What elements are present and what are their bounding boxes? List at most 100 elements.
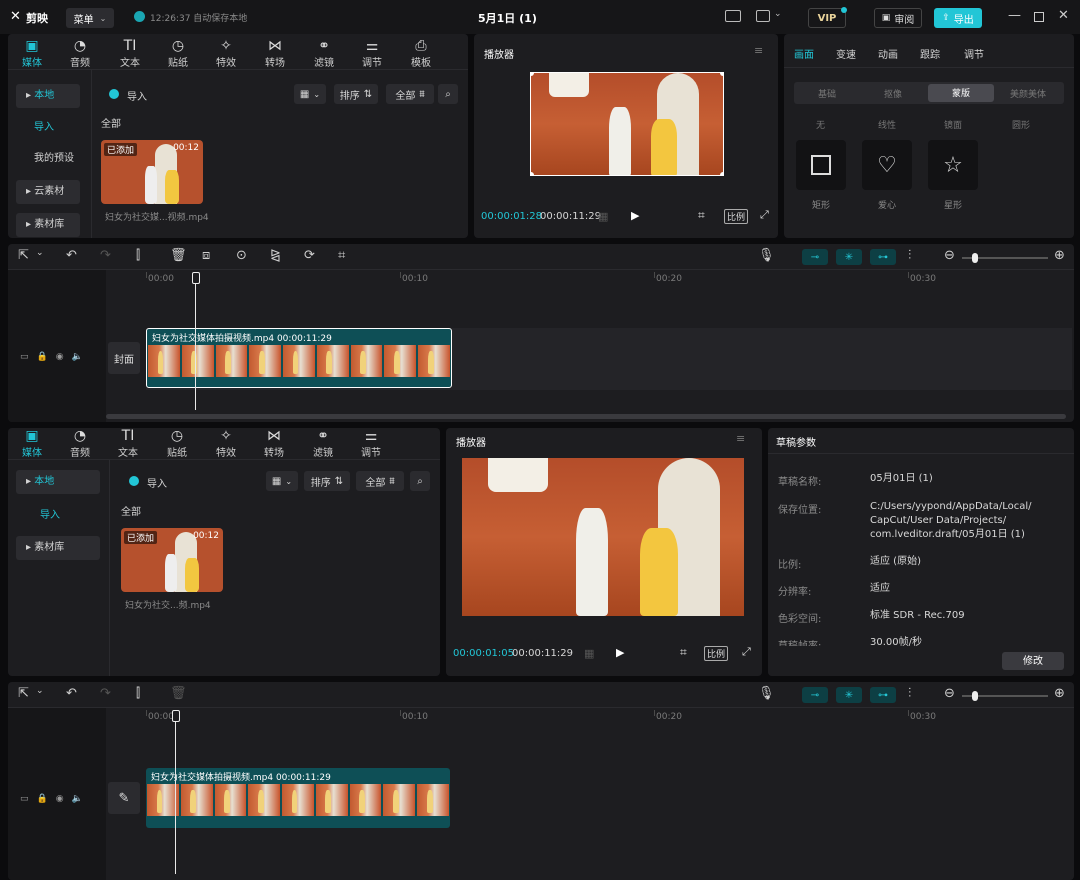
zoom-slider-knob[interactable]: [972, 691, 978, 701]
tool-filter[interactable]: ⚭ 滤镜: [301, 428, 345, 459]
chevron-down-icon[interactable]: ⌄: [36, 248, 44, 258]
player-menu-icon[interactable]: ≡: [736, 432, 745, 445]
keyboard-shortcut-icon[interactable]: [725, 10, 741, 22]
review-button[interactable]: ▣ 审阅: [874, 8, 922, 28]
filter-all-button[interactable]: 全部 ⩩: [356, 471, 404, 491]
tool-adjust[interactable]: ⚌ 调节: [349, 428, 393, 459]
lock-icon[interactable]: 🔒: [37, 794, 48, 804]
zoom-out-icon[interactable]: ⊖: [944, 248, 955, 263]
split-icon[interactable]: ⫿: [136, 686, 140, 701]
tool-audio[interactable]: ◔ 音频: [58, 428, 102, 459]
tab-animation[interactable]: 动画: [878, 46, 898, 61]
ratio-button[interactable]: 比例: [704, 646, 729, 661]
playhead-line[interactable]: [195, 284, 196, 410]
subtab-beauty[interactable]: 美颜美体: [1010, 87, 1046, 100]
zoom-out-icon[interactable]: ⊖: [944, 686, 955, 701]
mask-rectangle[interactable]: [796, 140, 846, 190]
menu-button[interactable]: 菜单 ⌄: [66, 8, 114, 28]
select-tool-icon[interactable]: ⇱: [18, 686, 29, 701]
undo-icon[interactable]: ↶: [66, 686, 77, 701]
sidebar-item-library[interactable]: ▸ 素材库: [16, 536, 100, 560]
microphone-icon[interactable]: 🎙: [758, 686, 775, 701]
timeline-video-clip[interactable]: 妇女为社交媒体拍摄视频.mp4 00:00:11:29: [146, 328, 452, 388]
preview-axis-icon[interactable]: ⫶: [908, 686, 911, 701]
subtab-cutout[interactable]: 抠像: [884, 87, 902, 100]
import-icon[interactable]: [129, 476, 139, 486]
preview-axis-icon[interactable]: ⫶: [908, 248, 911, 263]
sort-button[interactable]: 排序 ⇅: [304, 471, 350, 491]
mask-star[interactable]: ☆: [928, 140, 978, 190]
tool-audio[interactable]: ◔ 音频: [58, 38, 102, 69]
export-button[interactable]: ⇪ 导出: [934, 8, 982, 28]
ratio-button[interactable]: 比例: [724, 209, 749, 224]
tab-adjust[interactable]: 调节: [964, 46, 984, 61]
zoom-slider[interactable]: [962, 253, 1048, 263]
sidebar-item-cloud[interactable]: ▸ 云素材: [16, 180, 80, 204]
eye-icon[interactable]: ◉: [56, 794, 64, 804]
cover-edit-button[interactable]: ✎: [108, 782, 140, 814]
view-toggle-button[interactable]: ▦ ⌄: [294, 84, 326, 104]
layout-icon[interactable]: [756, 10, 770, 22]
sort-button[interactable]: 排序 ⇅: [334, 84, 378, 104]
tool-text[interactable]: TI 文本: [108, 38, 152, 69]
link-icon[interactable]: ⊶: [870, 249, 896, 265]
tool-filter[interactable]: ⚭ 滤镜: [302, 38, 346, 69]
fullscreen-fit-icon[interactable]: ⌗: [680, 645, 687, 660]
reverse-icon[interactable]: ⊙: [236, 248, 247, 263]
resize-handle[interactable]: [720, 73, 723, 76]
speaker-icon[interactable]: 🔈: [72, 352, 83, 362]
mask-heart[interactable]: ♡: [862, 140, 912, 190]
chevron-down-icon[interactable]: ⌄: [36, 686, 44, 696]
auto-snap-icon[interactable]: ✳: [836, 687, 862, 703]
tool-media[interactable]: ▣ 媒体: [10, 428, 54, 459]
redo-icon[interactable]: ↷: [100, 686, 111, 701]
playhead-line[interactable]: [175, 722, 176, 874]
auto-snap-icon[interactable]: ✳: [836, 249, 862, 265]
undo-icon[interactable]: ↶: [66, 248, 77, 263]
media-clip-thumbnail[interactable]: 已添加 00:12: [121, 528, 223, 592]
minimize-icon[interactable]: —: [1008, 8, 1021, 23]
speaker-icon[interactable]: 🔈: [72, 794, 83, 804]
track-video-icon[interactable]: ▭: [20, 352, 29, 362]
playhead-handle[interactable]: [192, 272, 200, 284]
cover-button[interactable]: 封面: [108, 342, 140, 374]
split-icon[interactable]: ⫿: [136, 248, 140, 263]
subtab-basic[interactable]: 基础: [818, 87, 836, 100]
tool-sticker[interactable]: ◷ 贴纸: [155, 428, 199, 459]
resize-handle[interactable]: [531, 172, 534, 175]
fullscreen-icon[interactable]: ⤢: [760, 208, 769, 222]
waveform-icon[interactable]: ▦: [598, 210, 608, 223]
tab-tracking[interactable]: 跟踪: [920, 46, 940, 61]
import-label[interactable]: 导入: [147, 475, 167, 490]
tool-effects[interactable]: ✧ 特效: [204, 38, 248, 69]
horizontal-scrollbar[interactable]: [106, 414, 1066, 419]
sidebar-item-library[interactable]: ▸ 素材库: [16, 213, 80, 237]
subtab-mask[interactable]: 蒙版: [928, 84, 994, 102]
playhead-handle[interactable]: [172, 710, 180, 722]
import-icon[interactable]: [109, 89, 119, 99]
view-toggle-button[interactable]: ▦ ⌄: [266, 471, 298, 491]
import-label[interactable]: 导入: [127, 88, 147, 103]
sidebar-item-presets[interactable]: 我的预设: [24, 147, 88, 171]
close-icon[interactable]: ✕: [1058, 8, 1069, 23]
resize-handle[interactable]: [720, 172, 723, 175]
resize-handle[interactable]: [531, 73, 534, 76]
main-track-magnet-icon[interactable]: ⊸: [802, 687, 828, 703]
track-video-icon[interactable]: ▭: [20, 794, 29, 804]
tab-picture[interactable]: 画面: [794, 46, 814, 61]
zoom-in-icon[interactable]: ⊕: [1054, 248, 1065, 263]
tool-transition[interactable]: ⋈ 转场: [252, 428, 296, 459]
tool-sticker[interactable]: ◷ 贴纸: [156, 38, 200, 69]
fullscreen-fit-icon[interactable]: ⌗: [698, 208, 705, 223]
layout-chevron-icon[interactable]: ⌄: [774, 9, 782, 19]
rotate-icon[interactable]: ⟳: [304, 248, 315, 263]
tool-media[interactable]: ▣ 媒体: [10, 38, 54, 69]
filter-all-button[interactable]: 全部 ⩩: [386, 84, 434, 104]
media-clip-thumbnail[interactable]: 已添加 00:12: [101, 140, 203, 204]
waveform-icon[interactable]: ▦: [584, 647, 594, 660]
maximize-icon[interactable]: [1034, 12, 1044, 22]
tool-transition[interactable]: ⋈ 转场: [253, 38, 297, 69]
zoom-slider-knob[interactable]: [972, 253, 978, 263]
tool-text[interactable]: TI 文本: [106, 428, 150, 459]
delete-icon[interactable]: 🗑: [170, 686, 187, 701]
